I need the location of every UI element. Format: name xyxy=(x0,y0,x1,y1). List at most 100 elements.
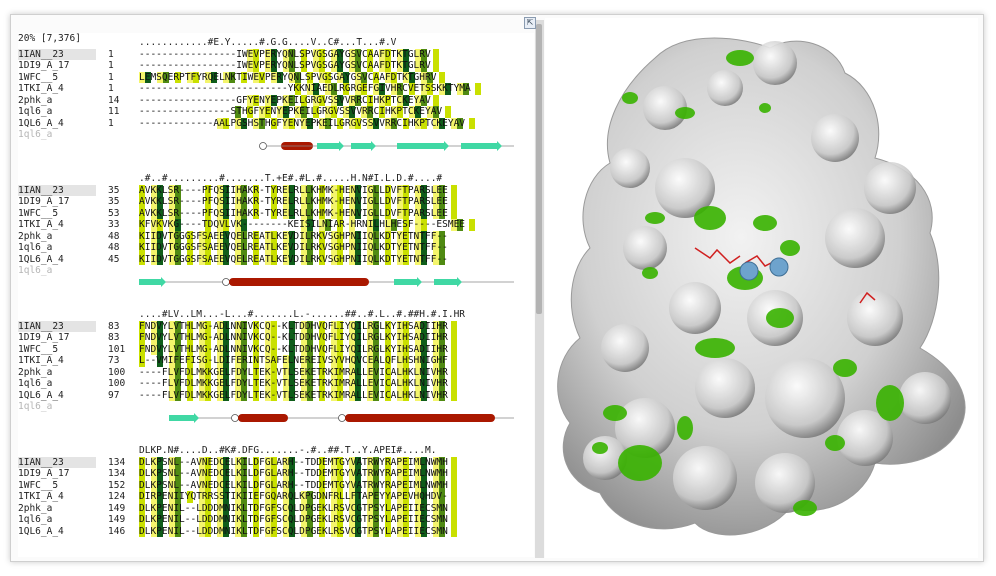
alignment-row[interactable]: 1IAN__23 35 AVKKLSR----PFQSIIHAKR-TYRELRLL… xyxy=(18,184,457,196)
residue-highlight xyxy=(451,491,457,503)
alignment-row[interactable]: 1ql6_a xyxy=(18,265,514,287)
sequence-name[interactable]: 2phk_a xyxy=(18,503,96,515)
sequence-name[interactable]: 1ql6_a xyxy=(18,242,96,254)
alignment-row[interactable]: 1IAN__23 1 -----------------IWEVPERYQNLSPV… xyxy=(18,48,439,60)
structure-viewer[interactable] xyxy=(545,18,978,558)
sequence-name[interactable]: 1DI9_A_17 xyxy=(18,196,96,208)
residue-highlight xyxy=(451,389,457,401)
sequence-name[interactable]: 1TKI_A_4 xyxy=(18,355,96,367)
residue-highlight xyxy=(451,514,457,526)
alignment-panel[interactable]: 20% [7,376] ............#E.Y.....#.G.G..… xyxy=(18,33,534,557)
sequence-start: 45 xyxy=(108,253,120,265)
sequence-name[interactable]: 1DI9_A_17 xyxy=(18,60,96,72)
residue-highlight xyxy=(433,48,439,60)
sequence-name[interactable]: 2phk_a xyxy=(18,231,96,243)
sequence-start: 124 xyxy=(108,491,126,502)
alignment-row[interactable]: 1DI9_A_17 1 -----------------IWEVPERYQNLSP… xyxy=(18,60,439,72)
sequence-name[interactable]: 1DI9_A_17 xyxy=(18,332,96,344)
residue-highlight xyxy=(451,196,457,208)
sequence-residues: KIIDVTGGGSFSAEEVQELREATLKEVDILRKVSGHPNII… xyxy=(139,253,448,265)
alignment-row[interactable]: 1ql6_a 11 ----------------STHGFYENYEPKEILG… xyxy=(18,106,451,118)
alignment-row[interactable]: 1ql6_a xyxy=(18,129,514,151)
alignment-row[interactable]: 1DI9_A_17 35 AVKKLSR----PFQSIIHAKR-TYRELRL… xyxy=(18,196,457,208)
alignment-row[interactable]: 1TKI_A_4 73 L--VMIFEFISG-LDIFERINTSAFELNER… xyxy=(18,355,457,367)
sequence-name[interactable]: 1WFC__5 xyxy=(18,480,96,492)
alignment-row[interactable]: 1TKI_A_4 33 KFVKVKG----TDQVLVK--------KEIS… xyxy=(18,219,475,231)
alignment-row[interactable]: 1TKI_A_4 1 --------------------------YKKNI… xyxy=(18,83,481,95)
sequence-name[interactable]: 1TKI_A_4 xyxy=(18,219,96,231)
sequence-name[interactable]: 2phk_a xyxy=(18,367,96,379)
residue-highlight xyxy=(469,219,475,231)
alignment-row[interactable]: 2phk_a 100 ----FLVFDLMKKGELFDYLTEK-VTLSEKE… xyxy=(18,366,457,378)
sequence-name[interactable]: 1ql6_a xyxy=(18,378,96,390)
sequence-name[interactable]: 2phk_a xyxy=(18,95,96,107)
sequence-name[interactable]: 1IAN__23 xyxy=(18,184,96,196)
sequence-name[interactable]: 1ql6_a xyxy=(18,401,96,413)
sequence-name[interactable]: 1IAN__23 xyxy=(18,456,96,468)
sequence-start: 1 xyxy=(108,117,114,129)
sequence-name[interactable]: 1ql6_a xyxy=(18,514,96,526)
sequence-residues: FNDVYLVTHLMG-ADLNNIVKCQ--KLTDDHVQFLIYQIL… xyxy=(139,343,519,355)
residue-highlight xyxy=(433,60,439,72)
sequence-residues: AVKKLSR----PFQSIIHAKR-TYRELRLLKHMK-HENVI… xyxy=(139,184,519,196)
sequence-name[interactable]: 1ql6_a xyxy=(18,106,96,118)
sequence-start: 97 xyxy=(108,389,120,401)
alignment-row[interactable]: 1WFC__5 101 FNDVYLVTHLMG-ADLNNIVKCQ--KLTDD… xyxy=(18,343,457,355)
sequence-start: 1 xyxy=(108,83,114,94)
sequence-start: 100 xyxy=(108,366,126,378)
sequence-name[interactable]: 1WFC__5 xyxy=(18,208,96,220)
alignment-row[interactable]: 1QL6_A_4 1 -------------AALPGSHSTHGFYENYEP… xyxy=(18,117,475,129)
sequence-residues: KFVKVKG----TDQVLVK--------KEISILNIAR-HRN… xyxy=(139,219,519,231)
sequence-residues: -----------------IWEVPERYQNLSPVGSGAYGSVC… xyxy=(139,60,519,72)
sequence-name[interactable]: 1ql6_a xyxy=(18,265,96,277)
alignment-row[interactable]: 1ql6_a 100 ----FLVFDLMKKGELFDYLTEK-VTLSEKE… xyxy=(18,378,457,390)
alignment-row[interactable]: 2phk_a 14 -----------------GFYENYEPKEILGRG… xyxy=(18,94,439,106)
sequence-residues: FNDVYLVTHLMG-ADLNNIVKCQ--KLTDDHVQFLIYQIL… xyxy=(139,320,519,332)
residue-highlight xyxy=(439,71,445,83)
sequence-start: 83 xyxy=(108,320,120,332)
alignment-row[interactable]: 1ql6_a xyxy=(18,401,514,423)
vertical-scrollbar[interactable] xyxy=(536,24,542,314)
sequence-start: 149 xyxy=(108,514,126,525)
alignment-row[interactable]: 1WFC__5 1 LEMSQERPTFYRQELNKTIWEVPERYQNLSPV… xyxy=(18,71,445,83)
sequence-name[interactable]: 1TKI_A_4 xyxy=(18,491,96,503)
secondary-structure-track xyxy=(259,140,514,151)
sequence-start: 134 xyxy=(108,468,126,479)
consensus-line: DLKP.N#....D..#K#.DFG.......-.#..##.T..Y… xyxy=(139,445,437,456)
sequence-residues: KIIDVTGGGSFSAEEVQELREATLKEVDILRKVSGHPNII… xyxy=(139,230,448,242)
sequence-name[interactable]: 1QL6_A_4 xyxy=(18,526,96,538)
sequence-name[interactable]: 1IAN__23 xyxy=(18,320,96,332)
alignment-row[interactable]: 1WFC__5 53 AVKKLSR----PFQSIIHAKR-TYRELRLLK… xyxy=(18,207,457,219)
alignment-row[interactable]: 1IAN__23 83 FNDVYLVTHLMG-ADLNNIVKCQ--KLTDD… xyxy=(18,320,457,332)
residue-highlight xyxy=(433,94,439,106)
sequence-name[interactable]: 1WFC__5 xyxy=(18,72,96,84)
sequence-name[interactable]: 1IAN__23 xyxy=(18,48,96,60)
residue-highlight xyxy=(451,479,457,491)
sequence-name[interactable]: 1TKI_A_4 xyxy=(18,83,96,95)
sequence-name[interactable]: 1QL6_A_4 xyxy=(18,390,96,402)
sequence-residues: FNDVYLVTHLMG-ADLNNIVKCQ--KLTDDHVQFLIYQIL… xyxy=(139,332,519,344)
sequence-name[interactable]: 1DI9_A_17 xyxy=(18,468,96,480)
alignment-row[interactable]: 1DI9_A_17 83 FNDVYLVTHLMG-ADLNNIVKCQ--KLTD… xyxy=(18,332,457,344)
sequence-start: 53 xyxy=(108,207,120,219)
sequence-residues: AVKKLSR----PFQSIIHAKR-TYRELRLLKHMK-HENVI… xyxy=(139,196,519,208)
alignment-row[interactable]: 1QL6_A_4 45 KIIDVTGGGSFSAEEVQELREATLKEVDIL… xyxy=(18,253,448,265)
sequence-name[interactable]: 1QL6_A_4 xyxy=(18,118,96,130)
sequence-residues: ----------------STHGFYENYEPKEILGRGVSSVVR… xyxy=(139,106,519,118)
sequence-residues: DIRPENIIYQTRRSSTIKIIEFGQARQLKPGDNFRLLFTA… xyxy=(139,491,519,503)
sequence-name[interactable]: 1QL6_A_4 xyxy=(18,254,96,266)
alignment-row[interactable]: 1QL6_A_4 97 ----FLVFDLMKKGELFDYLTEK-VTLSEK… xyxy=(18,389,457,401)
alignment-row[interactable]: 2phk_a 48 KIIDVTGGGSFSAEEVQELREATLKEVDILRK… xyxy=(18,230,448,242)
alignment-block-2: .#..#.........#.......T.+E#.#L.#.....H.N… xyxy=(18,173,514,287)
sequence-name[interactable]: 1WFC__5 xyxy=(18,344,96,356)
sequence-residues: ----FLVFDLMKKGELFDYLTEK-VTLSEKETRKIMRALL… xyxy=(139,389,519,401)
sequence-name[interactable]: 1ql6_a xyxy=(18,129,96,141)
alignment-row[interactable]: 1ql6_a 48 KIIDVTGGGSFSAEEVQELREATLKEVDILRK… xyxy=(18,242,448,254)
residue-highlight xyxy=(451,468,457,480)
sequence-start: 73 xyxy=(108,355,120,366)
metal-ion xyxy=(739,261,759,281)
sequence-start: 83 xyxy=(108,332,120,343)
consensus-line: ....#LV..LM...-L...#.......L.-......##..… xyxy=(139,309,466,320)
sequence-residues: DLKPENIL--LDDDMNIKLTDFGFSCQLDPGEKLRSVCGT… xyxy=(139,502,519,514)
resize-icon[interactable]: ⇱ xyxy=(524,17,536,29)
